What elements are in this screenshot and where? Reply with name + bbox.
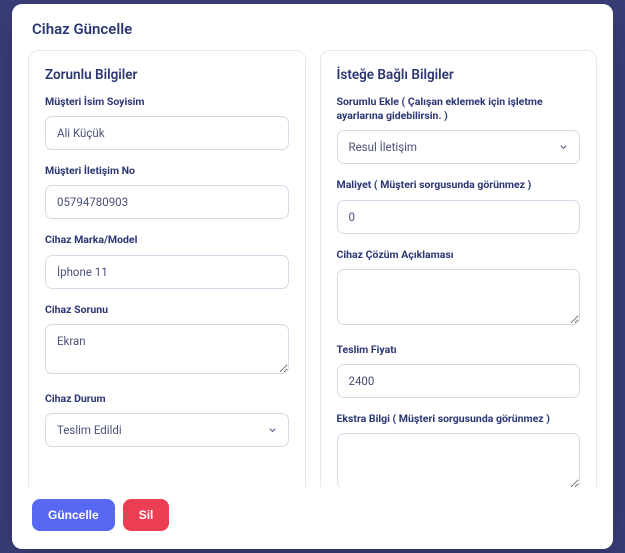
update-button[interactable]: Güncelle xyxy=(32,499,115,531)
status-select[interactable]: Teslim Edildi xyxy=(45,413,289,447)
assignee-label: Sorumlu Ekle ( Çalışan eklemek için işle… xyxy=(337,95,581,123)
delete-button[interactable]: Sil xyxy=(123,499,170,531)
customer-contact-input[interactable] xyxy=(45,185,289,219)
required-info-card: Zorunlu Bilgiler Müşteri İsim Soyisim Mü… xyxy=(28,50,306,487)
extra-info-label: Ekstra Bilgi ( Müşteri sorgusunda görünm… xyxy=(337,412,581,426)
extra-info-textarea[interactable] xyxy=(337,433,581,487)
delivery-price-input[interactable] xyxy=(337,364,581,398)
status-label: Cihaz Durum xyxy=(45,392,289,406)
customer-name-label: Müşteri İsim Soyisim xyxy=(45,95,289,109)
modal-body: Zorunlu Bilgiler Müşteri İsim Soyisim Mü… xyxy=(12,50,613,487)
solution-label: Cihaz Çözüm Açıklaması xyxy=(337,248,581,262)
solution-textarea[interactable] xyxy=(337,269,581,325)
update-device-modal: Cihaz Güncelle Zorunlu Bilgiler Müşteri … xyxy=(12,4,613,549)
customer-name-input[interactable] xyxy=(45,116,289,150)
modal-header: Cihaz Güncelle xyxy=(12,4,613,50)
cost-label: Maliyet ( Müşteri sorgusunda görünmez ) xyxy=(337,178,581,192)
required-info-title: Zorunlu Bilgiler xyxy=(45,67,289,83)
optional-info-title: İsteğe Bağlı Bilgiler xyxy=(337,67,581,83)
brand-model-label: Cihaz Marka/Model xyxy=(45,233,289,247)
modal-title: Cihaz Güncelle xyxy=(32,20,593,38)
brand-model-input[interactable] xyxy=(45,255,289,289)
cost-input[interactable] xyxy=(337,200,581,234)
assignee-select[interactable]: Resul İletişim xyxy=(337,130,581,164)
customer-contact-label: Müşteri İletişim No xyxy=(45,164,289,178)
modal-footer: Güncelle Sil xyxy=(12,487,613,549)
problem-label: Cihaz Sorunu xyxy=(45,303,289,317)
optional-info-card: İsteğe Bağlı Bilgiler Sorumlu Ekle ( Çal… xyxy=(320,50,598,487)
delivery-price-label: Teslim Fiyatı xyxy=(337,343,581,357)
problem-textarea[interactable]: Ekran xyxy=(45,324,289,374)
